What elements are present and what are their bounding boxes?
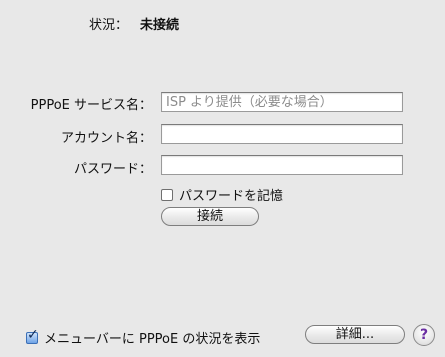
help-icon: ? [419, 327, 429, 343]
remember-password-label[interactable]: パスワードを記憶 [179, 185, 283, 204]
account-name-input[interactable] [161, 124, 403, 144]
remember-password-row[interactable]: パスワードを記憶 [161, 185, 283, 204]
pppoe-service-label: PPPoE サービス名： [30, 98, 152, 113]
account-name-label: アカウント名： [60, 131, 152, 146]
status-value: 未接続 [140, 18, 180, 33]
help-button[interactable]: ? [413, 324, 435, 346]
remember-password-checkbox[interactable] [161, 188, 173, 201]
menubar-status-label[interactable]: メニューバーに PPPoE の状況を表示 [44, 328, 260, 347]
password-label: パスワード： [73, 162, 152, 177]
pppoe-service-input[interactable] [161, 92, 403, 112]
details-button[interactable]: 詳細... [305, 325, 405, 344]
status-label: 状況： [88, 18, 128, 33]
checkmark-icon: ✓ [27, 326, 39, 343]
menubar-status-checkbox[interactable]: ✓ [26, 328, 39, 344]
password-input[interactable] [161, 155, 403, 175]
connect-button[interactable]: 接続 [161, 207, 259, 226]
menubar-status-row[interactable]: ✓ メニューバーに PPPoE の状況を表示 [26, 328, 260, 347]
